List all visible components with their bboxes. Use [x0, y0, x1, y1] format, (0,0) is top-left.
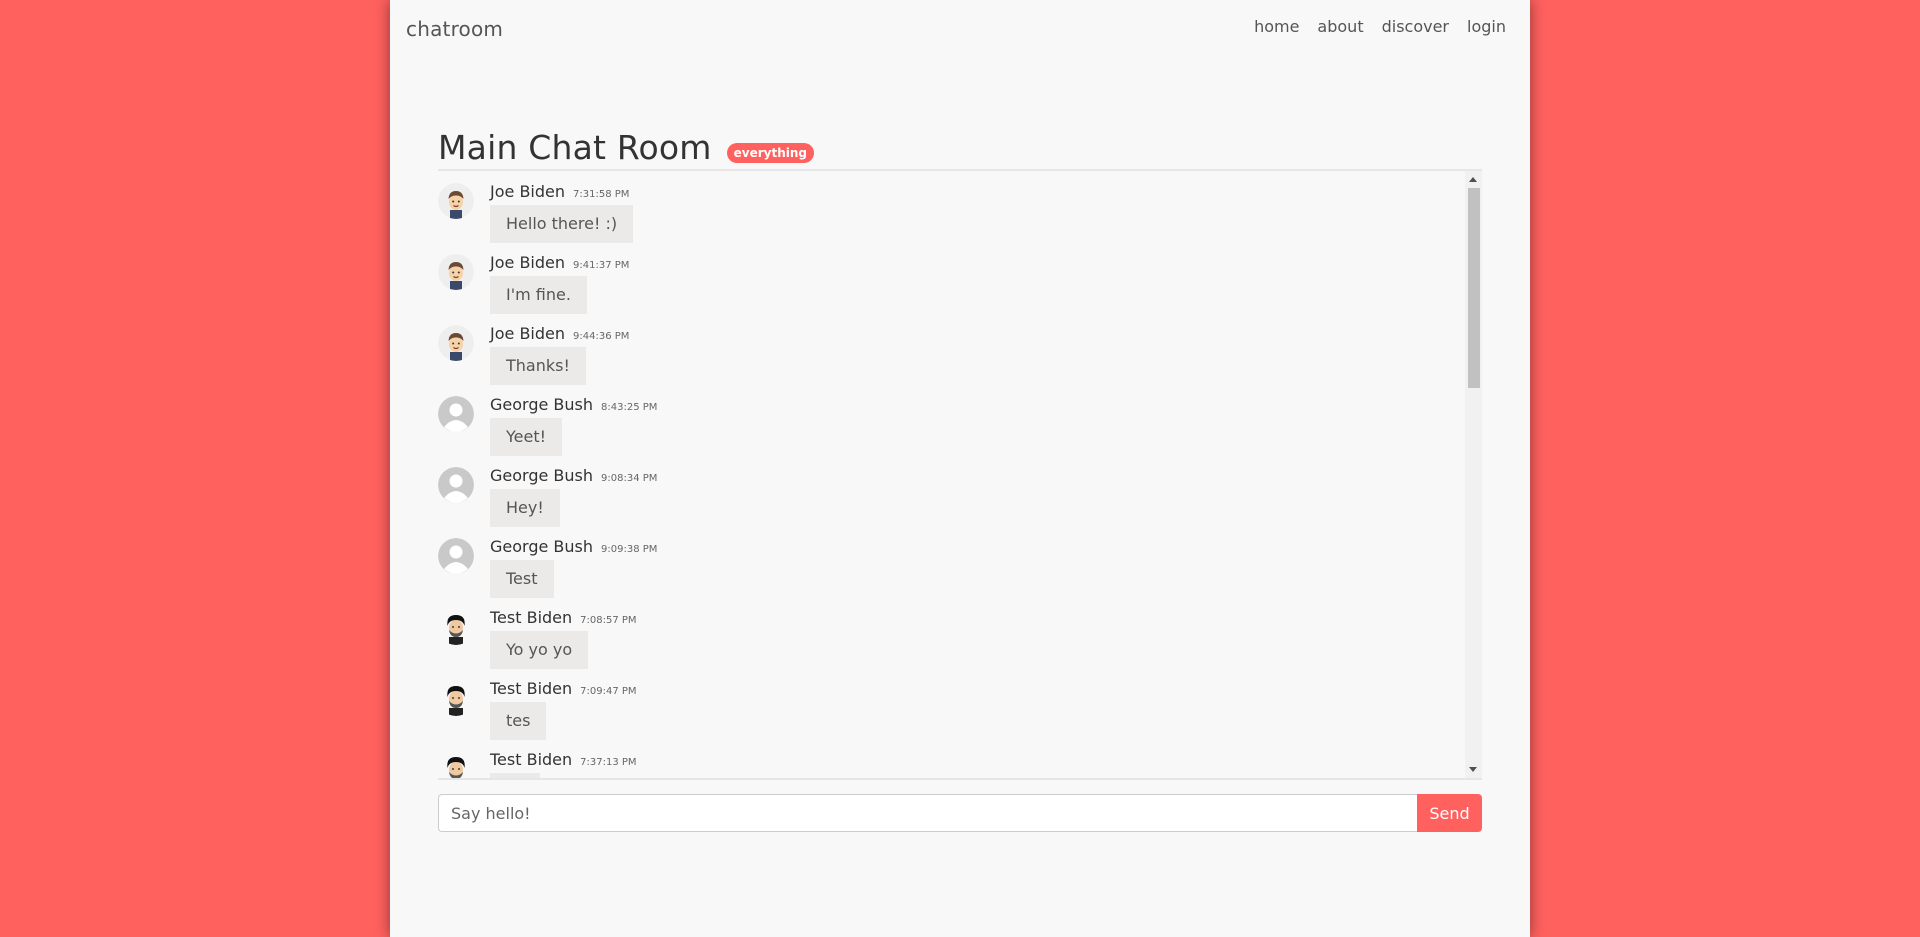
chat-message: Joe Biden 9:44:36 PM Thanks!	[438, 313, 1438, 385]
navbar: chatroom home about discover login	[390, 0, 1530, 60]
message-timestamp: 7:37:13 PM	[580, 757, 637, 768]
nav-link-login[interactable]: login	[1467, 17, 1506, 36]
author-name: George Bush	[490, 466, 594, 485]
default-user-avatar-icon[interactable]	[438, 396, 474, 432]
default-user-avatar-icon[interactable]	[438, 538, 474, 574]
message-timestamp: 9:08:34 PM	[601, 473, 658, 484]
messages-viewport: Joe Biden 7:31:58 PM Hello there! :) Joe Bi…	[438, 171, 1464, 778]
cartoon-man-avatar-icon[interactable]	[438, 183, 474, 219]
chat-message: Test Biden 7:09:47 PM tes	[438, 668, 1438, 740]
message-author: Test Biden 7:37:13 PM	[490, 750, 637, 769]
send-button[interactable]: Send	[1417, 794, 1482, 832]
nav-link-discover[interactable]: discover	[1382, 17, 1449, 36]
message-author: Joe Biden 9:44:36 PM	[490, 324, 629, 343]
author-name: Test Biden	[490, 679, 573, 698]
bearded-man-avatar-icon[interactable]	[438, 751, 474, 778]
message-bubble: Thanks!	[490, 347, 586, 385]
message-composer: Send	[438, 794, 1482, 832]
nav-links: home about discover login	[1254, 17, 1506, 36]
chat-message: Joe Biden 7:31:58 PM Hello there! :)	[438, 171, 1438, 243]
message-bubble: Yeet!	[490, 418, 563, 456]
author-name: Test Biden	[490, 608, 573, 627]
message-bubble: Hey!	[490, 489, 560, 527]
message-author: George Bush 9:09:38 PM	[490, 537, 657, 556]
scroll-up-arrow[interactable]	[1469, 177, 1477, 182]
bearded-man-avatar-icon[interactable]	[438, 680, 474, 716]
message-bubble: I'm fine.	[490, 276, 587, 314]
message-input[interactable]	[438, 794, 1417, 832]
message-timestamp: 7:09:47 PM	[580, 686, 637, 697]
bearded-man-avatar-icon[interactable]	[438, 609, 474, 645]
chat-message: George Bush 9:08:34 PM Hey!	[438, 455, 1438, 527]
message-timestamp: 8:43:25 PM	[601, 402, 658, 413]
message-author: Test Biden 7:08:57 PM	[490, 608, 637, 627]
scroll-down-arrow[interactable]	[1469, 767, 1477, 772]
chat-message: Test Biden 7:37:13 PM	[438, 739, 1438, 778]
message-bubble	[490, 773, 540, 778]
author-name: George Bush	[490, 395, 594, 414]
chat-message-list[interactable]: Joe Biden 7:31:58 PM Hello there! :) Joe Bi…	[438, 169, 1482, 780]
message-timestamp: 9:44:36 PM	[573, 331, 630, 342]
scroll-thumb[interactable]	[1468, 188, 1480, 388]
message-author: Test Biden 7:09:47 PM	[490, 679, 637, 698]
room-tag-badge: everything	[726, 142, 815, 163]
nav-link-home[interactable]: home	[1254, 17, 1299, 36]
chat-message: Joe Biden 9:41:37 PM I'm fine.	[438, 242, 1438, 314]
nav-link-about[interactable]: about	[1317, 17, 1363, 36]
message-author: Joe Biden 9:41:37 PM	[490, 253, 629, 272]
author-name: Joe Biden	[490, 253, 565, 272]
message-bubble: Yo yo yo	[490, 631, 589, 669]
brand-logo[interactable]: chatroom	[406, 17, 503, 41]
scrollbar[interactable]	[1465, 171, 1482, 778]
author-name: Test Biden	[490, 750, 573, 769]
page-container: chatroom home about discover login Main …	[390, 0, 1530, 937]
message-author: George Bush 9:08:34 PM	[490, 466, 657, 485]
cartoon-man-avatar-icon[interactable]	[438, 325, 474, 361]
default-user-avatar-icon[interactable]	[438, 467, 474, 503]
author-name: Joe Biden	[490, 182, 565, 201]
message-bubble: Hello there! :)	[490, 205, 634, 243]
message-bubble: Test	[490, 560, 554, 598]
room-header: Main Chat Room everything	[438, 128, 815, 167]
message-author: George Bush 8:43:25 PM	[490, 395, 657, 414]
message-timestamp: 9:09:38 PM	[601, 544, 658, 555]
author-name: George Bush	[490, 537, 594, 556]
message-timestamp: 7:31:58 PM	[573, 189, 630, 200]
room-title: Main Chat Room	[438, 128, 712, 167]
message-bubble: tes	[490, 702, 547, 740]
chat-message: George Bush 9:09:38 PM Test	[438, 526, 1438, 598]
message-timestamp: 9:41:37 PM	[573, 260, 630, 271]
message-timestamp: 7:08:57 PM	[580, 615, 637, 626]
chat-message: Test Biden 7:08:57 PM Yo yo yo	[438, 597, 1438, 669]
chat-message: George Bush 8:43:25 PM Yeet!	[438, 384, 1438, 456]
cartoon-man-avatar-icon[interactable]	[438, 254, 474, 290]
message-author: Joe Biden 7:31:58 PM	[490, 182, 629, 201]
author-name: Joe Biden	[490, 324, 565, 343]
